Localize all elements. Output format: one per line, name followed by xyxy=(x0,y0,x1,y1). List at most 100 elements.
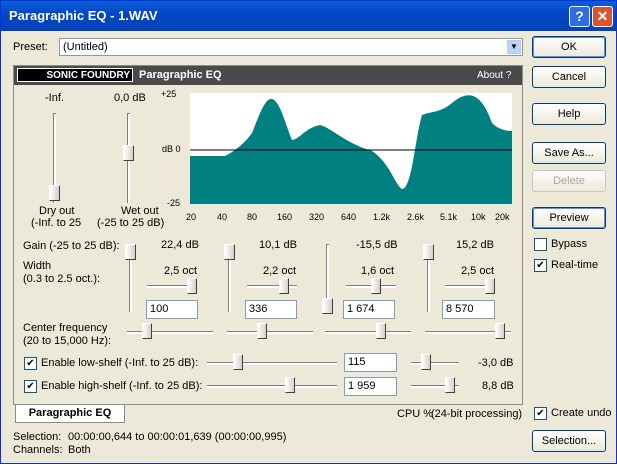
channels-value: Both xyxy=(68,444,91,456)
high-shelf-freq-track xyxy=(207,385,337,388)
center-frequency-range: (20 to 15,000 Hz): xyxy=(23,335,112,347)
sonic-foundry-logo: SONIC FOUNDRY xyxy=(17,68,133,82)
gain-label: Gain (-25 to 25 dB): xyxy=(23,240,120,252)
high-shelf-frequency-input[interactable]: 1 959 xyxy=(344,377,397,396)
x-tick: 5.1k xyxy=(440,212,458,222)
low-shelf-freq-track xyxy=(207,362,337,365)
band4-width-value: 2,5 oct xyxy=(461,265,495,277)
low-shelf-freq-slider[interactable] xyxy=(233,354,243,370)
band1-gain-value: 22,4 dB xyxy=(161,239,199,251)
high-shelf-label: Enable high-shelf (-Inf. to 25 dB): xyxy=(41,380,203,392)
x-tick: 20 xyxy=(186,212,197,222)
x-tick: 20k xyxy=(495,212,510,222)
x-tick: 40 xyxy=(217,212,228,222)
dry-out-label: Dry out xyxy=(39,205,75,217)
about-link[interactable]: About ? xyxy=(477,70,511,81)
band1-gain-slider[interactable] xyxy=(125,244,136,260)
band4-width-slider[interactable] xyxy=(485,278,495,294)
create-undo-label: Create undo xyxy=(551,407,612,419)
cpu-label: CPU % xyxy=(397,408,434,420)
low-shelf-checkbox[interactable]: ✔ xyxy=(24,357,37,370)
dry-out-slider[interactable] xyxy=(49,185,60,201)
band3-freq-track xyxy=(325,331,411,334)
high-shelf-freq-slider[interactable] xyxy=(285,377,295,393)
realtime-label: Real-time xyxy=(551,259,599,271)
x-tick: 1.2k xyxy=(373,212,391,222)
cpu-processing: (24-bit processing) xyxy=(431,408,523,420)
low-shelf-gain-slider[interactable] xyxy=(421,354,431,370)
high-shelf-gain-value: 8,8 dB xyxy=(482,380,514,392)
save-as-button[interactable]: Save As... xyxy=(532,142,606,164)
high-shelf-gain-slider[interactable] xyxy=(445,377,455,393)
band2-gain-slider[interactable] xyxy=(224,244,235,260)
dialog-window: Paragraphic EQ - 1.WAV ? ✕ Preset: (Unti… xyxy=(0,0,617,464)
width-range: (0.3 to 2.5 oct.): xyxy=(23,273,101,285)
wet-out-label: Wet out xyxy=(121,205,159,217)
high-shelf-checkbox[interactable]: ✔ xyxy=(24,380,37,393)
band3-width-slider[interactable] xyxy=(371,278,381,294)
band4-gain-slider[interactable] xyxy=(423,244,434,260)
dry-out-range: (-Inf. to 25 xyxy=(31,217,82,229)
wet-out-slider[interactable] xyxy=(123,145,134,161)
band2-gain-value: 10,1 dB xyxy=(259,239,297,251)
selection-value: 00:00:00,644 to 00:00:01,639 (00:00:00,9… xyxy=(68,431,287,443)
band2-freq-track xyxy=(227,331,313,334)
band2-width-slider[interactable] xyxy=(279,278,289,294)
x-tick: 640 xyxy=(341,212,357,222)
wet-out-range: (-25 to 25 dB) xyxy=(97,217,165,229)
low-shelf-gain-track xyxy=(411,362,459,365)
x-tick: 10k xyxy=(471,212,486,222)
band2-frequency-input[interactable]: 336 xyxy=(245,300,297,319)
create-undo-checkbox[interactable]: ✔ xyxy=(534,407,547,420)
graph-y-mid: dB 0 xyxy=(162,144,181,154)
center-frequency-label: Center frequency xyxy=(23,322,108,334)
low-shelf-gain-value: -3,0 dB xyxy=(478,357,514,369)
preview-button[interactable]: Preview xyxy=(532,207,606,229)
wet-out-value: 0,0 dB xyxy=(114,92,146,104)
band1-frequency-input[interactable]: 100 xyxy=(146,300,198,319)
band3-frequency-input[interactable]: 1 674 xyxy=(343,300,395,319)
chevron-down-icon[interactable]: ▼ xyxy=(507,40,521,54)
band1-width-value: 2,5 oct xyxy=(164,265,198,277)
plugin-name: Paragraphic EQ xyxy=(139,69,222,81)
realtime-checkbox[interactable]: ✔ xyxy=(534,259,547,272)
delete-button[interactable]: Delete xyxy=(532,170,606,192)
bypass-checkbox[interactable] xyxy=(534,238,547,251)
window-title: Paragraphic EQ - 1.WAV xyxy=(9,8,158,23)
band4-frequency-input[interactable]: 8 570 xyxy=(442,300,495,319)
band3-width-value: 1,6 oct xyxy=(361,265,395,277)
x-tick: 80 xyxy=(247,212,258,222)
title-bar: Paragraphic EQ - 1.WAV ? ✕ xyxy=(1,1,616,31)
band1-freq-slider[interactable] xyxy=(142,323,152,339)
band3-freq-slider[interactable] xyxy=(376,323,386,339)
x-tick: 320 xyxy=(309,212,325,222)
band3-gain-slider[interactable] xyxy=(322,298,333,314)
band2-width-value: 2,2 oct xyxy=(263,265,297,277)
help-button[interactable]: Help xyxy=(532,103,606,125)
band1-width-slider[interactable] xyxy=(187,278,197,294)
cancel-button[interactable]: Cancel xyxy=(532,66,606,88)
band4-freq-slider[interactable] xyxy=(495,323,505,339)
tab-paragraphic-eq[interactable]: Paragraphic EQ xyxy=(15,405,125,423)
band1-freq-track xyxy=(127,331,213,334)
width-label: Width xyxy=(23,260,52,272)
selection-button[interactable]: Selection... xyxy=(532,430,606,452)
dry-out-value: -Inf. xyxy=(45,92,64,104)
channels-label: Channels: xyxy=(13,444,63,456)
band3-gain-value: -15,5 dB xyxy=(356,239,398,251)
graph-y-bottom: -25 xyxy=(167,198,181,208)
low-shelf-frequency-input[interactable]: 115 xyxy=(344,353,397,372)
graph-y-top: +25 xyxy=(161,89,177,99)
close-title-button[interactable]: ✕ xyxy=(592,6,613,27)
band2-freq-slider[interactable] xyxy=(257,323,267,339)
low-shelf-label: Enable low-shelf (-Inf. to 25 dB): xyxy=(41,357,199,369)
x-tick: 160 xyxy=(277,212,293,222)
ok-button[interactable]: OK xyxy=(532,36,606,58)
band2-width-track xyxy=(247,285,297,288)
bypass-label: Bypass xyxy=(551,238,588,250)
preset-label: Preset: xyxy=(13,41,48,53)
band4-gain-value: 15,2 dB xyxy=(456,239,494,251)
eq-response-graph[interactable] xyxy=(190,93,512,204)
preset-select[interactable]: (Untitled) ▼ xyxy=(59,38,523,56)
help-title-button[interactable]: ? xyxy=(569,6,590,27)
